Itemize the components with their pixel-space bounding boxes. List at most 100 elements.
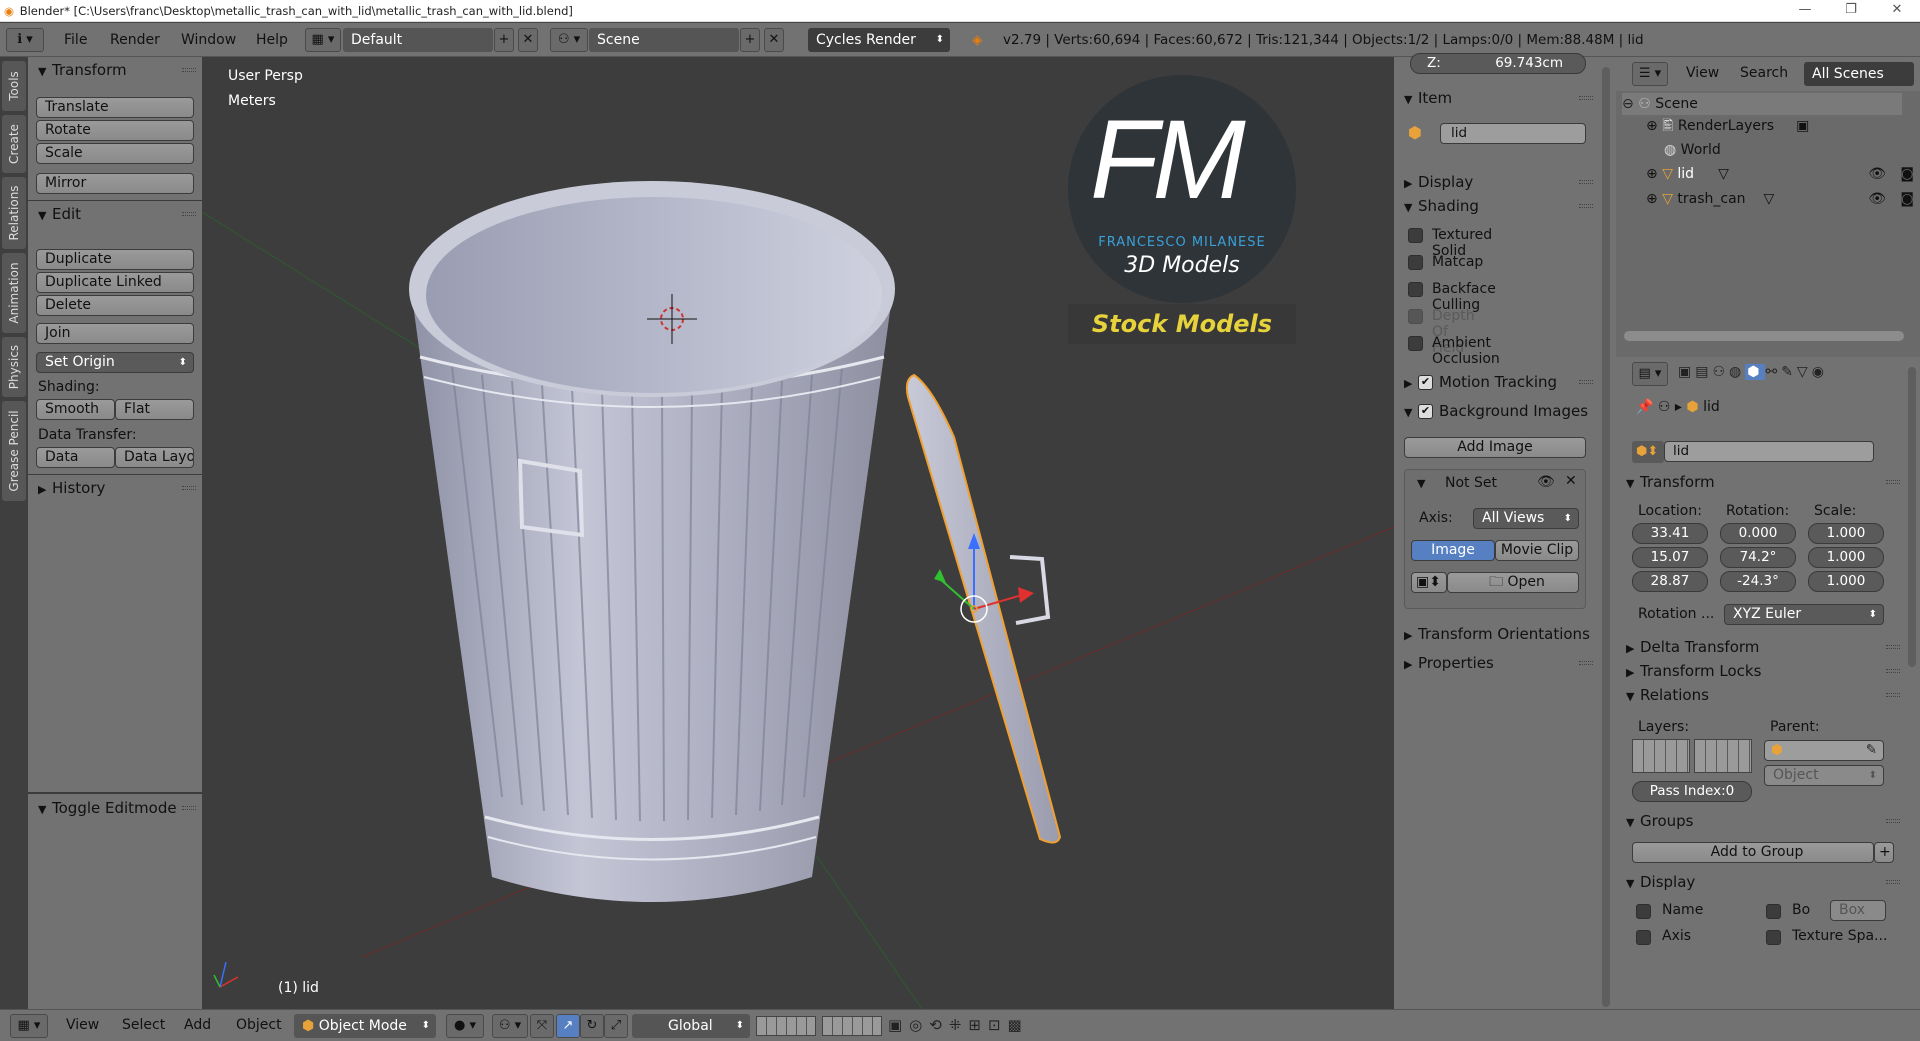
open-button[interactable]: 🗀 Open — [1447, 572, 1579, 593]
object-datablock-icon[interactable]: ⬢⬍ — [1632, 441, 1664, 463]
render-camera-icon[interactable]: ◙ — [1900, 163, 1914, 185]
minimize-button[interactable]: — — [1782, 0, 1828, 22]
operator-panel-header[interactable]: ▼ Toggle Editmode — [8, 797, 202, 819]
outliner-item-world[interactable]: ◍ World — [1646, 139, 1721, 161]
tab-image[interactable]: Image — [1411, 540, 1495, 561]
viewport-shading-icon[interactable]: ● ▾ — [446, 1014, 484, 1038]
name-checkbox[interactable] — [1636, 904, 1651, 919]
viewport-menu-view[interactable]: View — [66, 1010, 99, 1040]
motion-tracking-header[interactable]: ▶ ✔ Motion Tracking — [1394, 371, 1599, 393]
tab-grease-pencil[interactable]: Grease Pencil — [2, 401, 26, 501]
add-layout-icon[interactable]: + — [494, 28, 514, 52]
bounds-checkbox[interactable] — [1766, 904, 1781, 919]
z-field[interactable]: Z: 69.743cm — [1410, 53, 1586, 74]
lid-object[interactable] — [905, 373, 1062, 844]
item-panel-header[interactable]: ▼ Item — [1394, 87, 1599, 109]
rotation-z-field[interactable]: -24.3° — [1720, 571, 1796, 592]
menu-render[interactable]: Render — [110, 23, 160, 57]
scrollbar[interactable] — [1602, 67, 1610, 1007]
layers-grid-a[interactable] — [1632, 739, 1690, 773]
relations-header[interactable]: ▼ Relations — [1616, 684, 1906, 706]
delete-button[interactable]: Delete — [36, 295, 194, 316]
menu-window[interactable]: Window — [181, 23, 236, 57]
pass-index-field[interactable]: Pass Index:0 — [1632, 781, 1752, 802]
close-window-button[interactable]: ✕ — [1874, 0, 1920, 22]
props-transform-header[interactable]: ▼ Transform — [1616, 471, 1906, 493]
scale-x-field[interactable]: 1.000 — [1808, 523, 1884, 544]
viewport-menu-object[interactable]: Object — [236, 1010, 282, 1040]
translate-manipulator-icon[interactable]: ↗ — [556, 1014, 580, 1038]
checkbox-checked[interactable]: ✔ — [1418, 375, 1433, 390]
remove-layout-icon[interactable]: ✕ — [518, 28, 538, 52]
remove-icon[interactable]: ✕ — [1565, 473, 1577, 489]
smooth-button[interactable]: Smooth — [36, 399, 115, 420]
rotation-y-field[interactable]: 74.2° — [1720, 547, 1796, 568]
drag-grip-icon[interactable] — [182, 806, 196, 810]
checkbox[interactable] — [1408, 255, 1423, 270]
transform-panel-header[interactable]: ▼ Transform — [28, 59, 202, 81]
render-engine-select[interactable]: Cycles Render ⬍ — [808, 28, 950, 52]
outliner-item-renderlayers[interactable]: ⊕ 🖺 RenderLayers ▣ — [1646, 115, 1809, 137]
rotate-manipulator-icon[interactable]: ↻ — [580, 1014, 604, 1038]
drag-grip-icon[interactable] — [182, 212, 196, 216]
tab-tools[interactable]: Tools — [2, 61, 26, 111]
menu-file[interactable]: File — [64, 23, 87, 57]
tab-movie-clip[interactable]: Movie Clip — [1495, 540, 1579, 561]
properties-context-tabs[interactable]: ▣▤⚇◍ ⬢ ⚯✎▽◉ — [1678, 364, 1828, 380]
texture-space-checkbox[interactable] — [1766, 930, 1781, 945]
outliner-menu-search[interactable]: Search — [1740, 57, 1788, 89]
scrollbar[interactable] — [1908, 367, 1916, 667]
scale-button[interactable]: Scale — [36, 143, 194, 164]
visibility-eye-icon[interactable]: 👁 — [1868, 188, 1886, 210]
outliner-filter-select[interactable]: All Scenes — [1804, 62, 1914, 86]
tab-physics[interactable]: Physics — [2, 337, 26, 397]
orientation-select[interactable]: Global ⬍ — [632, 1014, 750, 1038]
shading-panel-header[interactable]: ▼ Shading — [1394, 195, 1599, 217]
duplicate-button[interactable]: Duplicate — [36, 249, 194, 270]
3d-viewport[interactable]: User Persp Meters (1) lid FM FRANCESCO M… — [202, 57, 1394, 1009]
viewport-editor-icon[interactable]: ▦ ▾ — [10, 1014, 48, 1038]
set-origin-select[interactable]: Set Origin ⬍ — [36, 352, 194, 373]
rotation-mode-select[interactable]: XYZ Euler ⬍ — [1724, 604, 1884, 625]
render-camera-icon[interactable]: ◙ — [1900, 188, 1914, 210]
collapse-triangle-icon[interactable]: ▼ — [1417, 477, 1425, 490]
parent-field[interactable]: ⬢ ✎ — [1764, 740, 1884, 761]
item-name-field[interactable]: lid — [1440, 123, 1586, 144]
properties-header[interactable]: ▶ Properties — [1394, 652, 1599, 674]
image-browse-icon[interactable]: ▣⬍ — [1411, 572, 1447, 593]
props-display-header[interactable]: ▼ Display — [1616, 871, 1906, 893]
snapping-and-render-icons[interactable]: ▣◎⟲⁜⊞⊡▩ — [888, 1016, 1029, 1034]
mirror-button[interactable]: Mirror — [36, 173, 194, 194]
history-panel-header[interactable]: ▶ History — [28, 477, 202, 499]
properties-editor-icon[interactable]: ▤ ▾ — [1632, 362, 1668, 386]
screen-layout-field[interactable]: Default — [343, 28, 493, 52]
mode-select[interactable]: ⬢ Object Mode ⬍ — [294, 1014, 436, 1038]
add-icon[interactable]: + — [1874, 842, 1894, 863]
join-button[interactable]: Join — [36, 323, 194, 344]
screen-layout-icon[interactable]: ▦ ▾ — [305, 28, 341, 52]
translate-button[interactable]: Translate — [36, 97, 194, 118]
layer-buttons-a[interactable] — [756, 1016, 816, 1036]
delta-transform-header[interactable]: ▶ Delta Transform — [1616, 636, 1906, 658]
groups-header[interactable]: ▼ Groups — [1616, 810, 1906, 832]
duplicate-linked-button[interactable]: Duplicate Linked — [36, 272, 194, 293]
scene-icon[interactable]: ⚇ ▾ — [550, 28, 588, 52]
display-panel-header[interactable]: ▶ Display — [1394, 171, 1599, 193]
location-y-field[interactable]: 15.07 — [1632, 547, 1708, 568]
outliner-item-lid[interactable]: ⊕ ▽ lid ▽ 👁 ◙ — [1646, 163, 1916, 185]
transform-orientations-header[interactable]: ▶ Transform Orientations — [1394, 623, 1599, 645]
data-button[interactable]: Data — [36, 447, 115, 468]
outliner-item-scene[interactable]: ⊖ ⚇ Scene — [1622, 93, 1902, 115]
tab-create[interactable]: Create — [2, 115, 26, 173]
outliner-item-trash-can[interactable]: ⊕ ▽ trash_can ▽ 👁 ◙ — [1646, 188, 1916, 210]
object-name-field[interactable]: lid — [1664, 441, 1874, 462]
location-x-field[interactable]: 33.41 — [1632, 523, 1708, 544]
edit-panel-header[interactable]: ▼ Edit — [28, 203, 202, 225]
menu-help[interactable]: Help — [256, 23, 288, 57]
pin-icon[interactable]: 📌 ⚇ ▸ ⬢ lid — [1636, 399, 1720, 415]
tab-relations[interactable]: Relations — [2, 177, 26, 249]
add-to-group-button[interactable]: Add to Group — [1632, 842, 1874, 863]
axis-select[interactable]: All Views ⬍ — [1473, 508, 1579, 529]
scale-y-field[interactable]: 1.000 — [1808, 547, 1884, 568]
background-images-header[interactable]: ▼ ✔ Background Images — [1394, 400, 1599, 422]
